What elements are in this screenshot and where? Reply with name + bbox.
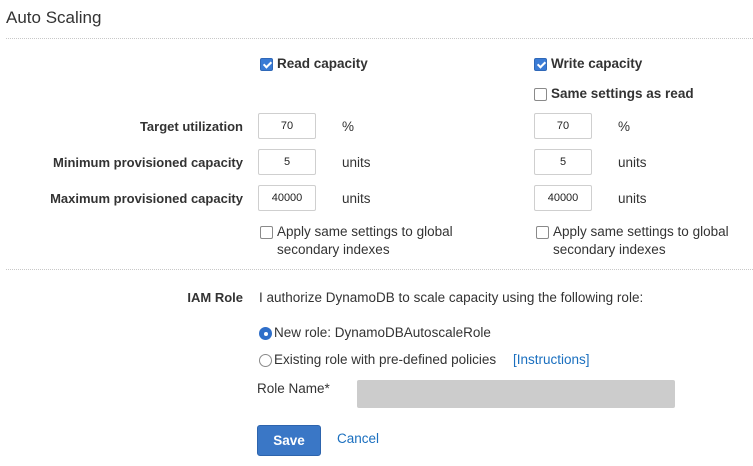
same-settings-checkbox[interactable] bbox=[534, 88, 547, 101]
existing-role-label: Existing role with pre-defined policies bbox=[274, 352, 497, 367]
read-max-capacity-input[interactable] bbox=[258, 185, 316, 211]
read-apply-global-checkbox[interactable] bbox=[260, 226, 273, 239]
write-min-units: units bbox=[618, 155, 647, 170]
new-role-radio[interactable] bbox=[259, 327, 272, 340]
write-capacity-checkbox[interactable] bbox=[534, 58, 547, 71]
save-button[interactable]: Save bbox=[257, 425, 321, 456]
read-min-capacity-input[interactable] bbox=[258, 149, 316, 175]
write-apply-global-checkbox[interactable] bbox=[536, 226, 549, 239]
read-capacity-checkbox[interactable] bbox=[260, 58, 273, 71]
iam-description: I authorize DynamoDB to scale capacity u… bbox=[259, 290, 644, 305]
iam-role-label: IAM Role bbox=[187, 290, 243, 305]
read-capacity-label: Read capacity bbox=[277, 56, 368, 71]
target-utilization-label: Target utilization bbox=[139, 119, 243, 134]
write-apply-global-line1: Apply same settings to global bbox=[553, 224, 729, 239]
cancel-link[interactable]: Cancel bbox=[337, 431, 379, 446]
existing-role-radio[interactable] bbox=[259, 354, 272, 367]
write-percent-unit: % bbox=[618, 119, 631, 134]
read-target-utilization-input[interactable] bbox=[258, 113, 316, 139]
read-apply-global-line2: secondary indexes bbox=[277, 242, 390, 257]
read-percent-unit: % bbox=[342, 119, 355, 134]
read-max-units: units bbox=[342, 191, 371, 206]
section-divider bbox=[6, 269, 753, 270]
max-capacity-label: Maximum provisioned capacity bbox=[50, 191, 243, 206]
write-target-utilization-input[interactable] bbox=[534, 113, 592, 139]
instructions-link[interactable]: [Instructions] bbox=[513, 352, 590, 367]
header-divider bbox=[6, 38, 753, 39]
role-name-label: Role Name* bbox=[257, 381, 330, 396]
role-name-input[interactable] bbox=[357, 380, 675, 408]
write-max-units: units bbox=[618, 191, 647, 206]
write-capacity-label: Write capacity bbox=[551, 56, 643, 71]
write-apply-global-line2: secondary indexes bbox=[553, 242, 666, 257]
write-min-capacity-input[interactable] bbox=[534, 149, 592, 175]
read-min-units: units bbox=[342, 155, 371, 170]
read-apply-global-line1: Apply same settings to global bbox=[277, 224, 453, 239]
min-capacity-label: Minimum provisioned capacity bbox=[53, 155, 243, 170]
write-max-capacity-input[interactable] bbox=[534, 185, 592, 211]
new-role-label: New role: DynamoDBAutoscaleRole bbox=[274, 325, 491, 340]
same-settings-label: Same settings as read bbox=[551, 86, 694, 101]
page-title: Auto Scaling bbox=[6, 8, 102, 27]
